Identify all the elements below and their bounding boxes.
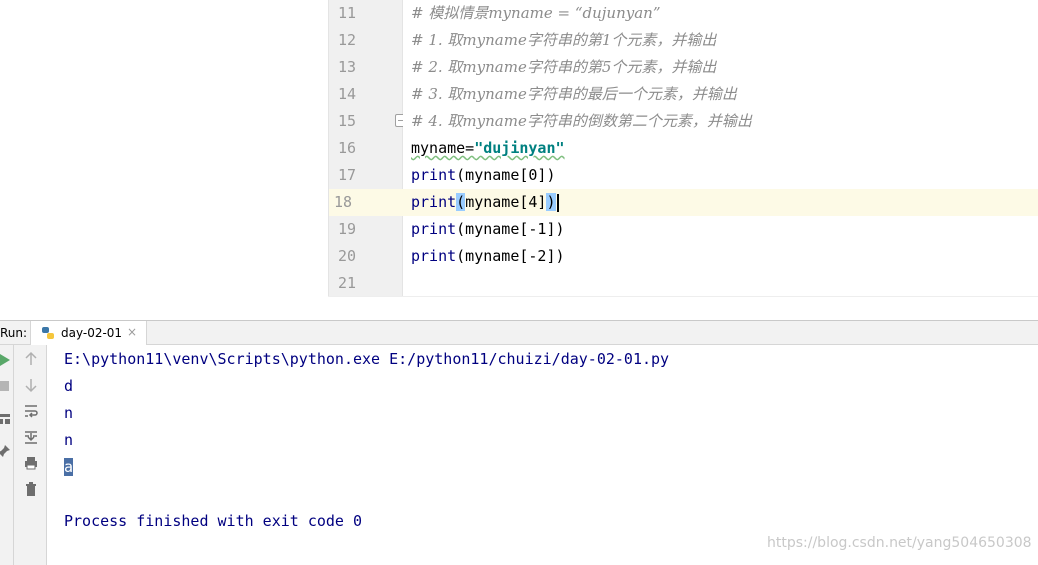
console-toolbar bbox=[14, 345, 47, 565]
code-line-14[interactable]: # 3. 取myname字符串的最后一个元素，并输出 bbox=[403, 81, 1038, 108]
run-icon[interactable] bbox=[0, 352, 12, 368]
text-caret bbox=[556, 193, 559, 212]
layout-icon[interactable] bbox=[0, 411, 12, 427]
scroll-to-end-icon[interactable] bbox=[23, 429, 39, 445]
up-arrow-icon[interactable] bbox=[23, 351, 39, 367]
editor-left-blank bbox=[0, 0, 328, 320]
print-keyword: print bbox=[411, 247, 457, 265]
print-args: (myname[0]) bbox=[456, 166, 556, 184]
print-keyword: print bbox=[411, 193, 457, 211]
line-number: 21 bbox=[337, 274, 357, 292]
print-keyword: print bbox=[411, 220, 457, 238]
run-tab-label: day-02-01 bbox=[61, 326, 123, 340]
code-line-12[interactable]: # 1. 取myname字符串的第1个元素，并输出 bbox=[403, 27, 1038, 54]
console-output-line-selected[interactable]: a bbox=[64, 454, 74, 481]
code-line-19[interactable]: print(myname[-1]) bbox=[403, 216, 1038, 243]
comment-text: # 2. 取myname字符串的第5个元素，并输出 bbox=[411, 58, 717, 76]
stop-icon[interactable] bbox=[0, 378, 12, 394]
close-icon[interactable]: × bbox=[127, 325, 137, 339]
run-action-strip bbox=[0, 345, 14, 565]
console-command-line[interactable]: E:\python11\venv\Scripts\python.exe E:/p… bbox=[64, 346, 669, 373]
trash-icon[interactable] bbox=[23, 481, 39, 497]
down-arrow-icon[interactable] bbox=[23, 377, 39, 393]
print-keyword: print bbox=[411, 166, 457, 184]
code-line-15[interactable]: # 4. 取myname字符串的倒数第二个元素，并输出 bbox=[403, 108, 1038, 135]
line-number: 15 bbox=[337, 112, 357, 130]
code-line-20[interactable]: print(myname[-2]) bbox=[403, 243, 1038, 270]
variable-name: myname= bbox=[411, 139, 475, 157]
run-label: Run: bbox=[0, 326, 28, 340]
print-icon[interactable] bbox=[23, 455, 39, 471]
code-line-16[interactable]: myname="dujinyan" bbox=[403, 135, 1038, 162]
print-args: (myname[-1]) bbox=[456, 220, 565, 238]
matched-paren-open: ( bbox=[456, 193, 466, 211]
watermark-text: https://blog.csdn.net/yang504650308 bbox=[767, 535, 1032, 551]
line-number: 17 bbox=[337, 166, 357, 184]
console-output-line[interactable]: n bbox=[64, 427, 73, 454]
print-args: (myname[-2]) bbox=[456, 247, 565, 265]
code-line-17[interactable]: print(myname[0]) bbox=[403, 162, 1038, 189]
line-number: 11 bbox=[337, 4, 357, 22]
string-literal: "dujinyan" bbox=[474, 139, 565, 157]
console-output-line[interactable]: d bbox=[64, 373, 73, 400]
console-exit-message[interactable]: Process finished with exit code 0 bbox=[64, 508, 362, 535]
run-tool-window-header: Run: day-02-01 × bbox=[0, 320, 1038, 345]
selected-text: a bbox=[64, 458, 74, 476]
python-file-icon bbox=[42, 327, 54, 339]
comment-text: # 模拟情景myname = “dujunyan” bbox=[411, 4, 661, 22]
line-number-gutter: 11 12 13 14 15 16 17 18 19 20 21 bbox=[328, 0, 408, 296]
soft-wrap-icon[interactable] bbox=[23, 403, 39, 419]
line-number: 20 bbox=[337, 247, 357, 265]
code-editor[interactable]: # 模拟情景myname = “dujunyan” # 1. 取myname字符… bbox=[403, 0, 1038, 296]
run-tab-day-02-01[interactable]: day-02-01 × bbox=[30, 321, 147, 345]
line-number: 13 bbox=[337, 58, 357, 76]
code-line-13[interactable]: # 2. 取myname字符串的第5个元素，并输出 bbox=[403, 54, 1038, 81]
editor-bottom-strip bbox=[328, 296, 1038, 320]
code-line-18-current[interactable]: print(myname[4]) bbox=[403, 189, 1038, 216]
line-number: 19 bbox=[337, 220, 357, 238]
matched-paren-close: ) bbox=[546, 193, 556, 211]
line-number: 14 bbox=[337, 85, 357, 103]
pin-icon[interactable] bbox=[0, 443, 12, 459]
code-line-11[interactable]: # 模拟情景myname = “dujunyan” bbox=[403, 0, 1038, 27]
code-line-21[interactable] bbox=[403, 270, 1038, 297]
line-number-current: 18 bbox=[329, 189, 403, 216]
comment-text: # 3. 取myname字符串的最后一个元素，并输出 bbox=[411, 85, 737, 103]
comment-text: # 4. 取myname字符串的倒数第二个元素，并输出 bbox=[411, 112, 752, 130]
console-output-line[interactable]: n bbox=[64, 400, 73, 427]
line-number: 12 bbox=[337, 31, 357, 49]
print-args: myname[4] bbox=[465, 193, 547, 211]
comment-text: # 1. 取myname字符串的第1个元素，并输出 bbox=[411, 31, 717, 49]
line-number: 16 bbox=[337, 139, 357, 157]
run-console-panel: E:\python11\venv\Scripts\python.exe E:/p… bbox=[0, 345, 1038, 565]
